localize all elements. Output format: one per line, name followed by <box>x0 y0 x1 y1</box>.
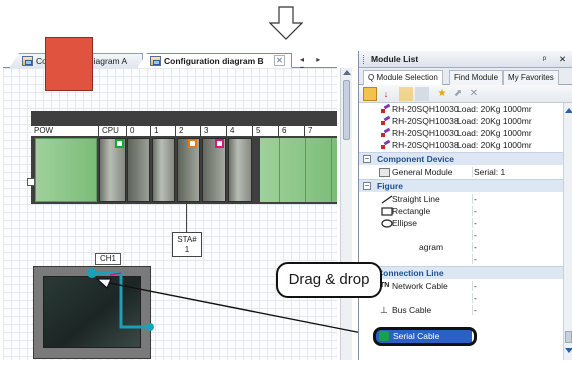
expand-icon[interactable] <box>399 87 413 101</box>
list-item[interactable]: Straight Line - <box>359 193 563 205</box>
column-divider <box>472 167 473 177</box>
drag-drop-callout: Drag & drop <box>276 262 382 298</box>
category-label: Component Device <box>377 154 454 164</box>
module-list-panel: Module List ᵖ ✕ Q Module Selection Find … <box>358 51 572 360</box>
item-name: RH-20SQH10030 <box>392 128 459 138</box>
item-value: Load: 20Kg 1000mr <box>457 128 532 138</box>
column-divider <box>472 230 473 240</box>
item-value: - <box>474 293 477 303</box>
column-divider <box>472 242 473 252</box>
item-name: Rectangle <box>392 206 431 216</box>
robot-icon <box>381 105 391 114</box>
scrollbar-thumb[interactable] <box>565 331 572 343</box>
list-item[interactable]: - <box>359 253 563 265</box>
tab-module-selection[interactable]: Q Module Selection <box>363 70 443 86</box>
robot-icon <box>381 129 391 138</box>
list-item[interactable]: Ellipse - <box>359 217 563 229</box>
column-divider <box>472 218 473 228</box>
item-value: - <box>474 194 477 204</box>
list-item[interactable]: General Module Serial: 1 <box>359 166 563 178</box>
list-item[interactable]: - <box>359 229 563 241</box>
category-label: Connection Line <box>377 268 444 278</box>
pin-icon[interactable]: ᵖ <box>543 51 546 68</box>
panel-scrollbar[interactable] <box>563 103 572 360</box>
scroll-up-icon[interactable] <box>565 108 572 113</box>
item-value: Load: 20Kg 1000mr <box>457 140 532 150</box>
tab-label: Module Selection <box>376 73 438 82</box>
item-name: Bus Cable <box>392 305 432 315</box>
category-figure[interactable]: − Figure <box>359 179 572 192</box>
connector-endpoint[interactable] <box>87 268 97 278</box>
list-item[interactable]: TN Network Cable - <box>359 280 563 292</box>
sort-az-icon[interactable]: ↓ <box>379 87 393 101</box>
item-name: RH-20SQH10038 <box>392 140 459 150</box>
panel-toolbar: ↓ ★ ⬈ ✕ <box>359 85 572 103</box>
item-value: - <box>474 206 477 216</box>
item-value: - <box>474 218 477 228</box>
list-item[interactable]: agram - <box>359 241 563 253</box>
item-name: RH-20SQH10038 <box>392 116 459 126</box>
list-item[interactable]: RH-20SQH10030 Load: 20Kg 1000mr <box>359 103 563 115</box>
collapse-toggle-icon[interactable]: − <box>363 155 371 163</box>
favorite-star-icon[interactable]: ★ <box>435 87 449 101</box>
panel-title-bar: Module List ᵖ ✕ <box>359 51 572 68</box>
item-value: - <box>474 305 477 315</box>
category-label: Figure <box>377 181 403 191</box>
bus-cable-icon: ⊥ <box>380 305 388 315</box>
category-component-device[interactable]: − Component Device <box>359 152 572 165</box>
item-value: - <box>474 254 477 264</box>
delete-icon[interactable]: ✕ <box>467 87 481 101</box>
panel-tabs: Q Module Selection Find Module My Favori… <box>359 68 572 86</box>
item-name: Ellipse <box>392 218 418 228</box>
column-divider <box>472 194 473 204</box>
list-item[interactable]: - <box>359 292 563 304</box>
column-divider <box>472 281 473 291</box>
item-name: Network Cable <box>392 281 448 291</box>
module-icon <box>379 168 390 177</box>
robot-icon <box>381 117 391 126</box>
list-item[interactable]: ⊥ Bus Cable - <box>359 304 563 316</box>
categorize-icon[interactable] <box>363 87 377 101</box>
panel-title: Module List <box>371 54 419 64</box>
item-value: Serial: 1 <box>474 167 506 177</box>
item-name: agram <box>419 242 444 252</box>
close-icon[interactable]: ✕ <box>559 51 566 68</box>
list-item[interactable]: RH-20SQH10038 Load: 20Kg 1000mr <box>359 115 563 127</box>
item-value: Load: 20Kg 1000mr <box>457 104 532 114</box>
robot-icon <box>381 141 391 150</box>
list-item[interactable]: RH-20SQH10030 Load: 20Kg 1000mr <box>359 127 563 139</box>
collapse-toggle-icon[interactable]: − <box>363 182 371 190</box>
column-divider <box>472 293 473 303</box>
item-name: RH-20SQH10030 <box>392 104 459 114</box>
drag-arrow-head <box>95 278 112 289</box>
drag-grip-icon[interactable] <box>363 55 365 64</box>
list-item[interactable]: RH-20SQH10038 Load: 20Kg 1000mr <box>359 139 563 151</box>
column-divider <box>472 254 473 264</box>
item-value: - <box>474 281 477 291</box>
item-value: - <box>474 230 477 240</box>
item-value: - <box>474 242 477 252</box>
tab-find-module[interactable]: Find Module <box>449 70 504 85</box>
selection-highlight <box>373 327 477 346</box>
column-divider <box>472 305 473 315</box>
connector-endpoint[interactable] <box>146 323 154 331</box>
column-divider <box>472 206 473 216</box>
item-name: Straight Line <box>392 194 440 204</box>
tab-my-favorites[interactable]: My Favorites <box>503 70 559 85</box>
item-value: Load: 20Kg 1000mr <box>457 116 532 126</box>
category-connection-line[interactable]: − Connection Line <box>359 266 572 279</box>
collapse-icon[interactable] <box>415 87 429 101</box>
item-name: General Module <box>392 167 453 177</box>
tab-prefix: Q <box>368 73 375 82</box>
add-favorite-icon[interactable]: ⬈ <box>451 87 465 101</box>
list-item[interactable]: Rectangle - <box>359 205 563 217</box>
scroll-down-icon[interactable] <box>565 348 572 353</box>
